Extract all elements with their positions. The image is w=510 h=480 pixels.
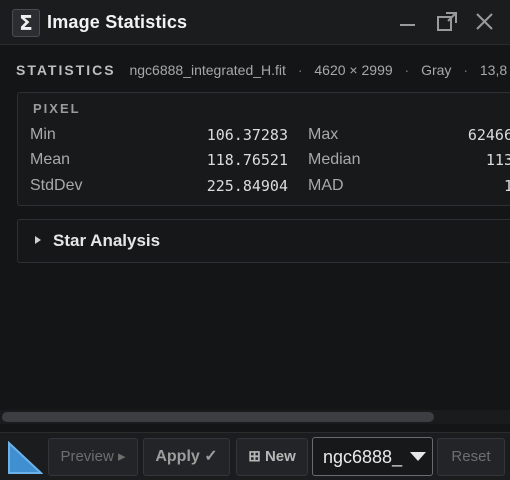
stat-label-mad: MAD [308, 177, 344, 194]
expand-arrow-icon [35, 236, 41, 244]
stat-value-min: 106.37283 [206, 126, 288, 144]
scrollbar-thumb[interactable] [2, 412, 434, 422]
window-title: Image Statistics [47, 12, 188, 32]
separator: · [297, 62, 303, 78]
close-icon[interactable] [473, 10, 497, 34]
undock-icon-glyph [437, 12, 457, 31]
statistics-label: STATISTICS [16, 62, 116, 78]
image-dimensions: 4620 × 2999 [314, 62, 393, 78]
separator: · [463, 62, 468, 78]
header-extra: 13,8 [479, 62, 508, 78]
statistics-header: STATISTICS ngc6888_integrated_H.fit · 46… [16, 62, 507, 78]
file-name: ngc6888_integrated_H.fit [129, 62, 286, 78]
stat-value-mean: 118.76521 [206, 151, 288, 169]
horizontal-scrollbar[interactable] [0, 410, 510, 424]
minimize-icon[interactable] [396, 10, 420, 34]
color-mode: Gray [421, 62, 452, 78]
apply-button[interactable]: Apply ✓ [143, 438, 230, 476]
view-select[interactable]: ngc6888_ [312, 437, 433, 476]
new-button[interactable]: ⊞ New [236, 438, 308, 476]
stat-value-median: 113 [485, 151, 510, 169]
separator: · [404, 62, 410, 78]
sigma-icon: Σ [12, 9, 40, 37]
view-select-value: ngc6888_ [323, 447, 403, 467]
dropdown-arrow-icon [410, 452, 426, 461]
preview-button[interactable]: Preview ▸ [48, 438, 138, 476]
stat-value-max: 62466 [467, 126, 510, 144]
pixel-heading: PIXEL [33, 101, 81, 116]
image-statistics-window: Σ Image Statistics STATISTICS ngc6888_in… [0, 0, 510, 480]
bottom-toolbar: Preview ▸ Apply ✓ ⊞ New ngc6888_ Reset [0, 432, 510, 480]
stat-label-mean: Mean [30, 151, 71, 168]
stat-label-min: Min [30, 126, 56, 143]
close-icon-glyph [476, 13, 493, 30]
pixel-panel: PIXEL Min 106.37283 Max 62466 Mean 118.7… [17, 92, 510, 206]
star-analysis-label: Star Analysis [53, 231, 161, 250]
stat-label-max: Max [308, 126, 339, 143]
reset-button[interactable]: Reset [437, 438, 505, 476]
stat-value-mad: 1 [503, 177, 510, 195]
stat-label-stddev: StdDev [30, 177, 83, 194]
new-instance-triangle-icon[interactable] [7, 441, 43, 475]
undock-icon[interactable] [435, 10, 459, 34]
star-analysis-toggle[interactable]: Star Analysis [17, 219, 510, 263]
stat-value-stddev: 225.84904 [206, 177, 288, 195]
title-bar: Σ Image Statistics [0, 0, 510, 45]
stat-label-median: Median [308, 151, 361, 168]
